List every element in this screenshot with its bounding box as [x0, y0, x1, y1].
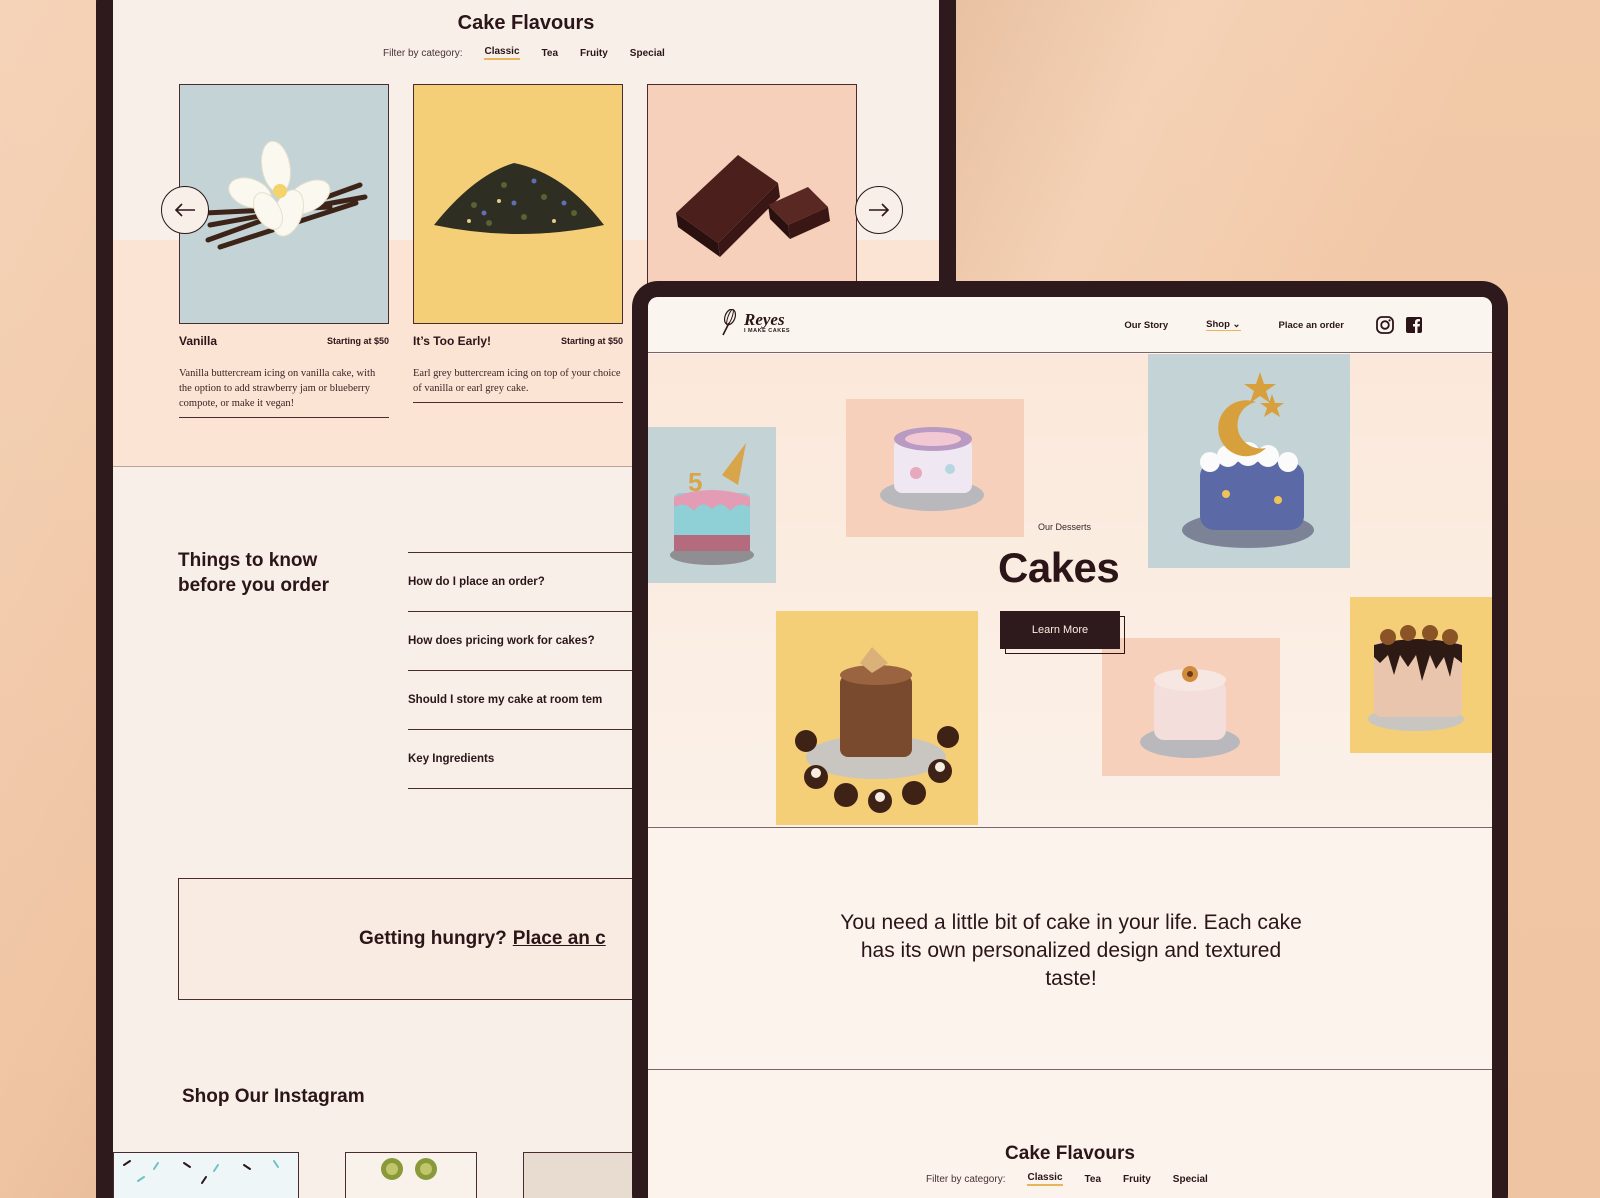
cake-image-drip [1350, 597, 1492, 753]
flavour-description: Earl grey buttercream icing on top of yo… [413, 368, 621, 394]
cake-flavours-heading: Cake Flavours [457, 12, 595, 34]
chevron-down-icon: ⌄ [1232, 319, 1241, 330]
top-navigation: Reyes I MAKE CAKES Our Story Shop ⌄ Plac… [648, 297, 1492, 353]
arrow-right-icon [869, 203, 890, 217]
flavour-card-vanilla[interactable]: Vanilla Starting at $50 Vanilla buttercr… [179, 84, 389, 418]
things-to-know-heading: Things to know before you order [178, 550, 329, 596]
whisk-logo-icon [722, 309, 737, 336]
instagram-post-sprinkles[interactable] [113, 1152, 299, 1198]
instagram-post-third[interactable] [523, 1152, 643, 1198]
flavour-card-earl-grey[interactable]: It’s Too Early! Starting at $50 Earl gre… [413, 84, 623, 403]
cake-image-pink [1102, 638, 1280, 776]
flavour-price: Starting at $50 [560, 336, 623, 346]
instagram-icon[interactable] [1375, 315, 1395, 335]
front-tablet-screen: Reyes I MAKE CAKES Our Story Shop ⌄ Plac… [648, 297, 1492, 1198]
earl-grey-tea-image [413, 84, 623, 324]
learn-more-wrapper: Learn More [1000, 611, 1125, 654]
place-order-link[interactable]: Place an c [513, 928, 606, 950]
nav-place-order[interactable]: Place an order [1279, 320, 1344, 331]
filter-tea[interactable]: Tea [542, 48, 559, 59]
nav-shop-dropdown[interactable]: Shop ⌄ [1206, 319, 1241, 331]
filter-classic[interactable]: Classic [484, 46, 520, 60]
filter-label: Filter by category: [383, 47, 463, 59]
facebook-icon[interactable] [1404, 315, 1424, 335]
carousel-prev-button[interactable] [161, 186, 209, 234]
instagram-post-macarons[interactable] [345, 1152, 477, 1198]
section-divider [648, 827, 1492, 828]
svg-text:5: 5 [688, 467, 702, 497]
tagline-quote: You need a little bit of cake in your li… [840, 911, 1302, 990]
filter-tea[interactable]: Tea [1085, 1174, 1102, 1185]
flavour-description: Vanilla buttercream icing on vanilla cak… [179, 368, 376, 409]
filter-special[interactable]: Special [630, 48, 665, 59]
arrow-left-icon [174, 203, 195, 217]
filter-special[interactable]: Special [1173, 1174, 1208, 1185]
flavour-name: It’s Too Early! [413, 334, 492, 348]
cake-flavours-heading: Cake Flavours [1005, 1143, 1135, 1164]
hero-title: Cakes [998, 544, 1120, 591]
category-filter: Filter by category: Classic Tea Fruity S… [383, 46, 665, 60]
card-divider [413, 402, 623, 403]
category-filter: Filter by category: Classic Tea Fruity S… [926, 1172, 1208, 1186]
cake-image-pastel [846, 399, 1024, 537]
cake-image-chocolate-cupcakes [776, 611, 978, 825]
instagram-heading: Shop Our Instagram [182, 1086, 365, 1107]
nav-shop-label: Shop [1206, 319, 1230, 330]
section-divider [648, 1069, 1492, 1070]
filter-fruity[interactable]: Fruity [1123, 1174, 1151, 1185]
cake-image-moon [1148, 354, 1350, 568]
nav-our-story[interactable]: Our Story [1124, 320, 1168, 331]
filter-classic[interactable]: Classic [1027, 1172, 1063, 1186]
flavour-name: Vanilla [179, 334, 218, 348]
card-divider [179, 417, 389, 418]
hungry-text: Getting hungry? [359, 928, 507, 949]
vanilla-image [179, 84, 389, 324]
reyes-logo[interactable]: Reyes I MAKE CAKES [718, 309, 790, 337]
hero-section: 5 Our Desserts Cakes Learn More [648, 354, 1492, 826]
filter-label: Filter by category: [926, 1173, 1006, 1185]
logo-tagline: I MAKE CAKES [744, 328, 791, 334]
flavour-price: Starting at $50 [326, 336, 389, 346]
cake-image-icecream: 5 [648, 427, 776, 583]
carousel-next-button[interactable] [855, 186, 903, 234]
nav-links: Our Story Shop ⌄ Place an order [1124, 315, 1424, 335]
filter-fruity[interactable]: Fruity [580, 48, 608, 59]
hero-kicker: Our Desserts [1038, 522, 1092, 532]
front-tablet-frame: Reyes I MAKE CAKES Our Story Shop ⌄ Plac… [632, 281, 1508, 1198]
learn-more-button[interactable]: Learn More [1000, 611, 1120, 649]
logo-wordmark: Reyes [744, 310, 785, 329]
